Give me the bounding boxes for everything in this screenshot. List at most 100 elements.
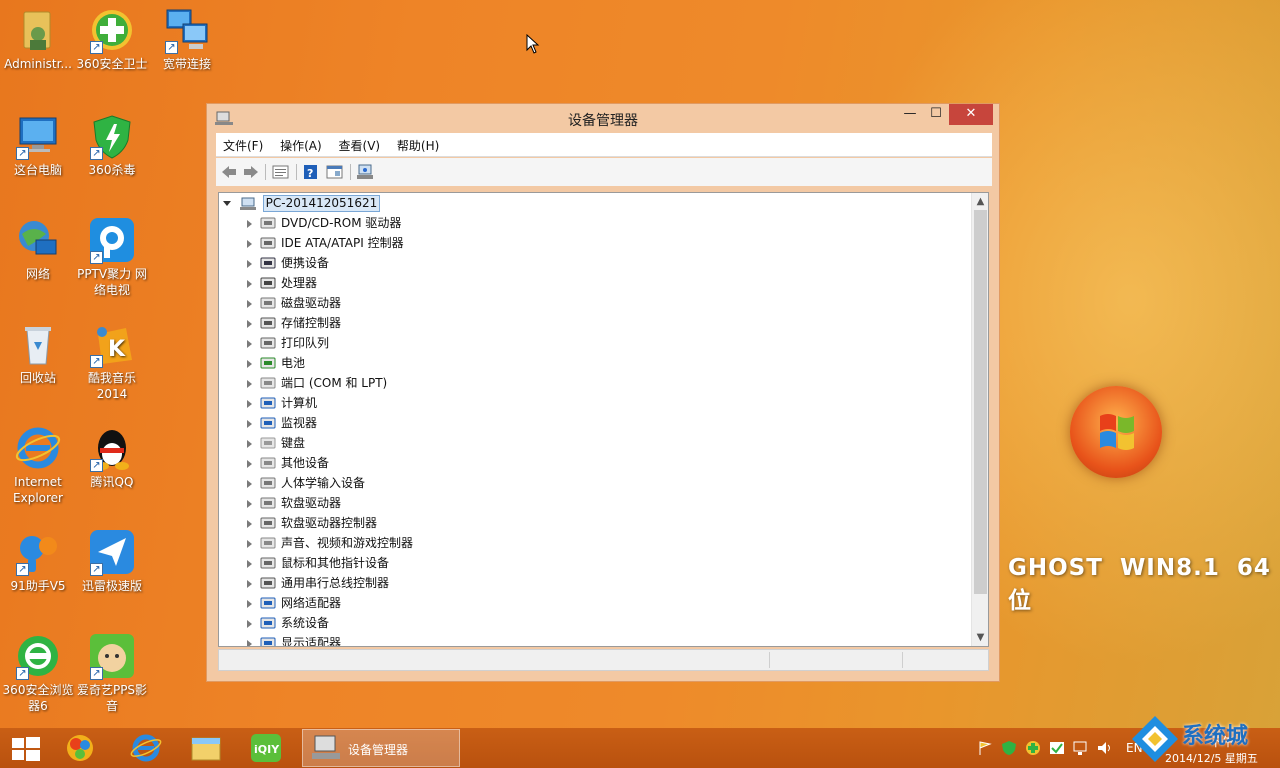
device-category[interactable]: 电池 (247, 353, 305, 373)
device-category[interactable]: 显示适配器 (247, 633, 341, 646)
device-category[interactable]: 监视器 (247, 413, 317, 433)
device-category[interactable]: 打印队列 (247, 333, 329, 353)
title-bar[interactable]: 设备管理器 — ☐ ✕ (207, 104, 999, 132)
desktop-icon-pptv[interactable]: ↗ PPTV聚力 网络电视 (74, 216, 150, 298)
scroll-thumb[interactable] (974, 210, 987, 594)
tray-network-icon[interactable] (1072, 740, 1090, 756)
properties-icon[interactable] (272, 164, 290, 180)
minimize-button[interactable]: — (897, 104, 923, 125)
device-category[interactable]: 人体学输入设备 (247, 473, 365, 493)
vertical-scrollbar[interactable]: ▲ ▼ (971, 193, 988, 646)
maximize-button[interactable]: ☐ (923, 104, 949, 125)
expand-arrow-icon[interactable] (247, 579, 252, 588)
menu-help[interactable]: 帮助(H) (390, 133, 445, 154)
device-category[interactable]: 系统设备 (247, 613, 329, 633)
recycle-bin-icon (14, 320, 62, 368)
tray-checkmark-icon[interactable] (1048, 740, 1066, 756)
device-category[interactable]: 处理器 (247, 273, 317, 293)
taskbar-ie-icon[interactable] (126, 732, 166, 764)
device-category[interactable]: 其他设备 (247, 453, 329, 473)
expand-arrow-icon[interactable] (247, 379, 252, 388)
device-manager-window[interactable]: 设备管理器 — ☐ ✕ 文件(F) 操作(A) 查看(V) 帮助(H) ? PC… (206, 103, 1000, 682)
desktop-icon-360-safeguard[interactable]: ↗ 360安全卫士 (74, 6, 150, 72)
collapse-arrow-icon[interactable] (223, 201, 231, 206)
taskbar-window-label: 设备管理器 (348, 743, 409, 757)
expand-arrow-icon[interactable] (247, 319, 252, 328)
device-category-label: 鼠标和其他指针设备 (281, 556, 390, 570)
menu-file[interactable]: 文件(F) (216, 133, 269, 154)
desktop-icon-label: 回收站 (19, 371, 56, 385)
expand-arrow-icon[interactable] (247, 279, 252, 288)
desktop-icon-xunlei[interactable]: ↗ 迅雷极速版 (74, 528, 150, 594)
scan-hardware-icon[interactable] (356, 164, 374, 180)
taskbar-iqiyi-icon[interactable]: iQIY (246, 732, 286, 764)
taskbar-360-icon[interactable] (60, 732, 100, 764)
desktop-icon-qq[interactable]: ↗ 腾讯QQ (74, 424, 150, 490)
expand-arrow-icon[interactable] (247, 419, 252, 428)
menu-view[interactable]: 查看(V) (332, 133, 387, 154)
expand-arrow-icon[interactable] (247, 239, 252, 248)
desktop-icon-91-assistant[interactable]: ↗ 91助手V5 (0, 528, 76, 594)
device-category[interactable]: 计算机 (247, 393, 317, 413)
expand-arrow-icon[interactable] (247, 299, 252, 308)
device-category-icon (260, 376, 276, 390)
device-category[interactable]: 软盘驱动器控制器 (247, 513, 377, 533)
computer-name[interactable]: PC-201412051621 (262, 195, 381, 212)
desktop-icon-kuwo-music[interactable]: K ↗ 酷我音乐 2014 (74, 320, 150, 402)
taskbar-device-manager[interactable]: 设备管理器 (302, 729, 460, 767)
device-category[interactable]: 端口 (COM 和 LPT) (247, 373, 387, 393)
expand-arrow-icon[interactable] (247, 459, 252, 468)
expand-arrow-icon[interactable] (247, 619, 252, 628)
menu-action[interactable]: 操作(A) (273, 133, 328, 154)
tree-root[interactable]: PC-201412051621 (223, 195, 381, 213)
desktop-icon-360-browser[interactable]: ↗ 360安全浏览器6 (0, 632, 76, 714)
device-category[interactable]: IDE ATA/ATAPI 控制器 (247, 233, 404, 253)
scroll-up-icon[interactable]: ▲ (972, 193, 988, 210)
expand-arrow-icon[interactable] (247, 559, 252, 568)
desktop-icon-network[interactable]: 网络 (0, 216, 76, 282)
expand-arrow-icon[interactable] (247, 639, 252, 646)
device-category[interactable]: 鼠标和其他指针设备 (247, 553, 389, 573)
desktop-icon-iqiyi-pps[interactable]: ↗ 爱奇艺PPS影音 (74, 632, 150, 714)
expand-arrow-icon[interactable] (247, 219, 252, 228)
expand-arrow-icon[interactable] (247, 339, 252, 348)
help-icon[interactable]: ? (302, 164, 320, 180)
device-category[interactable]: 软盘驱动器 (247, 493, 341, 513)
expand-arrow-icon[interactable] (247, 439, 252, 448)
expand-arrow-icon[interactable] (247, 479, 252, 488)
tray-flag-icon[interactable] (976, 740, 994, 756)
expand-arrow-icon[interactable] (247, 519, 252, 528)
expand-arrow-icon[interactable] (247, 599, 252, 608)
tray-volume-icon[interactable] (1096, 740, 1114, 756)
device-category[interactable]: 声音、视频和游戏控制器 (247, 533, 413, 553)
tray-shield-icon[interactable] (1000, 740, 1018, 756)
taskbar-file-explorer-icon[interactable] (186, 732, 226, 764)
device-category[interactable]: DVD/CD-ROM 驱动器 (247, 213, 401, 233)
device-tree[interactable]: PC-201412051621 DVD/CD-ROM 驱动器 IDE ATA/AT… (218, 192, 989, 647)
close-button[interactable]: ✕ (949, 104, 993, 125)
device-category[interactable]: 键盘 (247, 433, 305, 453)
expand-arrow-icon[interactable] (247, 359, 252, 368)
forward-icon[interactable] (242, 164, 260, 180)
device-category[interactable]: 磁盘驱动器 (247, 293, 341, 313)
expand-arrow-icon[interactable] (247, 499, 252, 508)
expand-arrow-icon[interactable] (247, 259, 252, 268)
device-category[interactable]: 便携设备 (247, 253, 329, 273)
tray-360-icon[interactable] (1024, 740, 1042, 756)
view-icon[interactable] (326, 164, 344, 180)
expand-arrow-icon[interactable] (247, 399, 252, 408)
scroll-down-icon[interactable]: ▼ (972, 629, 988, 646)
device-category[interactable]: 网络适配器 (247, 593, 341, 613)
desktop-icon-this-pc[interactable]: ↗ 这台电脑 (0, 112, 76, 178)
device-category[interactable]: 通用串行总线控制器 (247, 573, 389, 593)
start-button[interactable] (6, 732, 46, 764)
back-icon[interactable] (220, 164, 238, 180)
device-category[interactable]: 存储控制器 (247, 313, 341, 333)
desktop-icon-360-antivirus[interactable]: ↗ 360杀毒 (74, 112, 150, 178)
desktop-icon-internet-explorer[interactable]: Internet Explorer (0, 424, 76, 506)
desktop-icon-administrator[interactable]: Administr... (0, 6, 76, 72)
desktop-icon-recycle-bin[interactable]: 回收站 (0, 320, 76, 386)
desktop-icon-broadband[interactable]: ↗ 宽带连接 (149, 6, 225, 72)
device-category-icon (260, 576, 276, 590)
expand-arrow-icon[interactable] (247, 539, 252, 548)
